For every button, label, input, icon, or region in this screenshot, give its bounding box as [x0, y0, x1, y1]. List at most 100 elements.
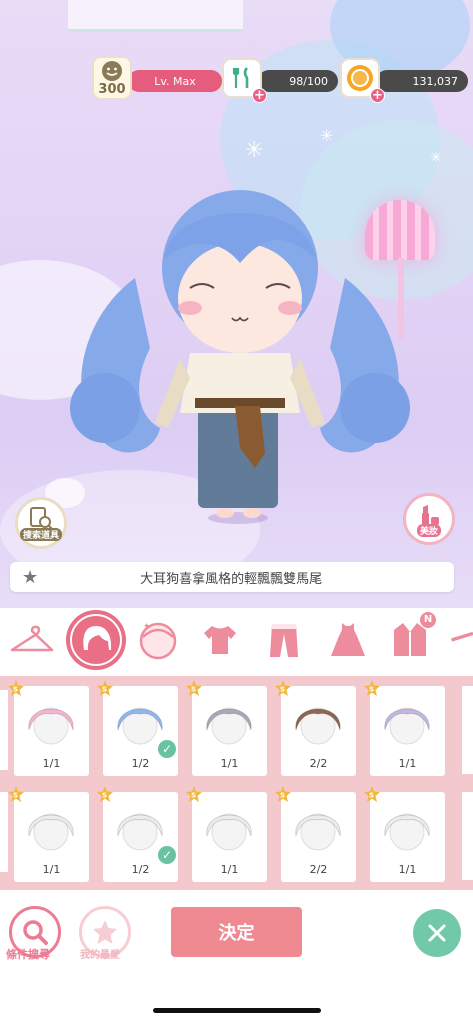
star-rank-badge: S [275, 680, 291, 696]
search-props-button[interactable]: 搜索道具 [15, 497, 67, 549]
svg-text:S: S [369, 792, 374, 800]
hair-preview-icon [28, 707, 74, 745]
tab-all[interactable] [2, 610, 62, 670]
smile-face-icon [102, 60, 122, 81]
tab-pants[interactable] [254, 610, 314, 670]
equipped-check-icon: ✓ [158, 740, 176, 758]
tab-hair[interactable] [66, 610, 126, 670]
dressup-scene: ✳ ✳ ✳ Lv. Max 300 98/100 + 131,037 + 搜索道… [0, 0, 473, 608]
magnifier-icon [23, 920, 48, 945]
star-icon[interactable]: ★ [22, 567, 38, 588]
item-description-bar: ★ 大耳狗喜拿風格的輕飄飄雙馬尾 [10, 562, 454, 592]
item-count: 1/1 [220, 863, 239, 876]
close-button[interactable] [413, 909, 461, 957]
item-description: 大耳狗喜拿風格的輕飄飄雙馬尾 [140, 571, 323, 587]
svg-text:S: S [191, 792, 196, 800]
item-count: 2/2 [309, 863, 328, 876]
hair-preview-icon [384, 707, 430, 745]
svg-text:S: S [280, 792, 285, 800]
card-partial [462, 792, 473, 880]
svg-text:S: S [369, 686, 374, 694]
food-text: 98/100 [289, 74, 328, 88]
tab-more[interactable] [440, 610, 473, 670]
hair-item-card[interactable]: S 2/2 [275, 786, 356, 882]
star-rank-badge: S [97, 786, 113, 802]
hair-preview-icon [206, 813, 252, 851]
dress-icon [331, 623, 365, 656]
card-partial [462, 686, 473, 774]
item-count: 2/2 [309, 757, 328, 770]
star-rank-badge: S [364, 680, 380, 696]
hair-icon [83, 626, 112, 650]
new-badge: N [420, 612, 436, 628]
item-count: 1/1 [398, 863, 417, 876]
hair-item-card[interactable]: S 1/2 ✓ [97, 786, 178, 882]
hair-item-card[interactable]: S 1/1 [186, 786, 267, 882]
accessory-icon [451, 631, 473, 642]
add-food-button[interactable]: + [252, 88, 267, 103]
hair-preview-icon [206, 707, 252, 745]
makeup-button[interactable]: 美妝 [403, 493, 455, 545]
makeup-label: 美妝 [416, 523, 441, 537]
card-partial [0, 690, 8, 770]
hair-item-card[interactable]: S 2/2 [275, 680, 356, 776]
character-avatar [70, 190, 410, 524]
hair-item-card[interactable]: S 1/1 [364, 786, 445, 882]
close-icon [428, 924, 446, 942]
star-rank-badge: S [8, 680, 24, 696]
fork-knife-icon [232, 67, 249, 88]
hair-item-card[interactable]: S 1/1 [8, 786, 89, 882]
star-icon [93, 920, 117, 944]
hair-preview-icon [384, 813, 430, 851]
smile-icon[interactable]: 300 [92, 56, 132, 100]
food-bar: 98/100 [258, 70, 338, 92]
star-rank-badge: S [186, 680, 202, 696]
pants-icon [270, 624, 298, 657]
svg-text:✦: ✦ [143, 622, 151, 632]
level-bar: Lv. Max [128, 70, 222, 92]
home-indicator [153, 1008, 321, 1013]
svg-text:S: S [13, 792, 18, 800]
hair-preview-icon [28, 813, 74, 851]
item-count: 1/1 [220, 757, 239, 770]
add-coin-button[interactable]: + [370, 88, 385, 103]
sparkle-icon: ✳ [430, 150, 442, 166]
tab-face[interactable]: ✦ [128, 610, 188, 670]
svg-text:S: S [191, 686, 196, 694]
search-props-label: 搜索道具 [19, 527, 62, 541]
star-rank-badge: S [275, 786, 291, 802]
star-rank-badge: S [186, 786, 202, 802]
svg-text:S: S [280, 686, 285, 694]
coin-bar: 131,037 [376, 70, 468, 92]
shirt-icon [204, 626, 236, 654]
tab-coat[interactable]: N [380, 610, 440, 670]
sparkle-icon: ✳ [245, 138, 264, 163]
sparkle-icon: ✳ [320, 126, 334, 145]
face-icon: ✦ [139, 622, 177, 660]
favorites-label: 我的最愛 [80, 950, 120, 961]
hair-item-card[interactable]: S 1/1 [8, 680, 89, 776]
hair-preview-icon [295, 813, 341, 851]
star-rank-badge: S [8, 786, 24, 802]
hair-item-card[interactable]: S 1/2 ✓ [97, 680, 178, 776]
item-count: 1/1 [398, 757, 417, 770]
hanger-icon [10, 625, 54, 652]
top-banner [68, 0, 243, 32]
tab-dress[interactable] [318, 610, 378, 670]
hair-item-card[interactable]: S 1/1 [364, 680, 445, 776]
star-rank-badge: S [97, 680, 113, 696]
svg-text:S: S [13, 686, 18, 694]
svg-text:S: S [102, 792, 107, 800]
hair-item-card[interactable]: S 1/1 [186, 680, 267, 776]
coin-icon-graphic [347, 65, 373, 91]
item-count: 1/2 [131, 757, 150, 770]
star-rank-badge: S [364, 786, 380, 802]
level-text: Lv. Max [154, 74, 196, 88]
decide-button[interactable]: 決定 [171, 907, 302, 957]
decide-label: 決定 [218, 923, 255, 944]
smile-count: 300 [98, 81, 126, 97]
card-partial [0, 792, 8, 872]
tab-top[interactable] [190, 610, 250, 670]
coin-text: 131,037 [412, 74, 459, 88]
equipped-check-icon: ✓ [158, 846, 176, 864]
